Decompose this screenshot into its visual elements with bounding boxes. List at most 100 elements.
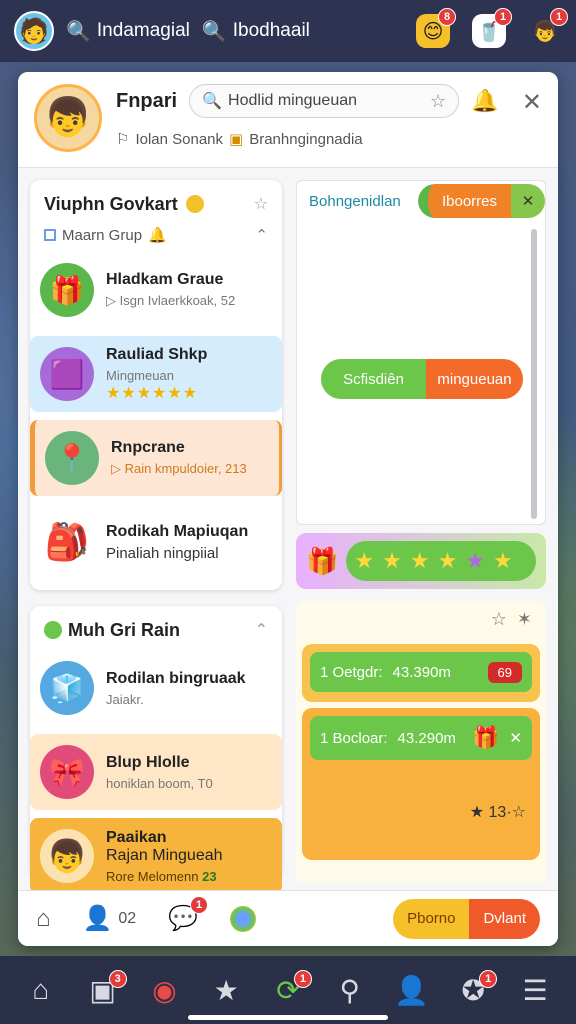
- reward-row[interactable]: 1 Oetgdr: 43.390m 69: [302, 644, 540, 702]
- notification-badge: 1: [479, 969, 498, 988]
- search-people-icon[interactable]: ⚲: [330, 974, 370, 1007]
- split-button-left[interactable]: Scfisdiên: [321, 359, 426, 399]
- home-indicator[interactable]: [188, 1015, 388, 1020]
- glass-icon: 🧊: [40, 661, 94, 715]
- group-title: Viuphn Govkart ☆: [30, 190, 282, 218]
- item-subtitle: Jaiakr.: [106, 691, 144, 707]
- bell-icon: 🔔: [148, 227, 167, 244]
- users-button[interactable]: 👤 02: [83, 904, 137, 933]
- chip-icon: ▣: [229, 131, 244, 148]
- cup-icon[interactable]: 🥤 1: [472, 8, 512, 48]
- top-search-2[interactable]: 🔍 Ibodhaail: [202, 19, 310, 44]
- globe-icon[interactable]: [230, 905, 257, 932]
- tab-active[interactable]: Iboorres ✕: [417, 184, 545, 218]
- star-icon: ★: [409, 548, 430, 573]
- tab-label[interactable]: Bohngenidlan: [309, 193, 401, 210]
- subline-a: Iolan Sonank: [135, 130, 224, 148]
- user-icon: 👤: [82, 905, 113, 932]
- item-subtitle: honiklan boom, T0: [106, 775, 213, 791]
- item-title: Hladkam Graue: [106, 271, 224, 288]
- home-icon[interactable]: ⌂: [36, 905, 51, 933]
- globe-graphic: [230, 905, 257, 932]
- reward-row[interactable]: 1 Bocloar: 43.290m 🎁 ✕ ★ 13·☆: [302, 708, 540, 860]
- star-count: ★ 13·☆: [469, 804, 526, 821]
- main-panel: 👦 Fnpari 🔍 Hodlid mingueuan ☆ 🔔 ⚐ Iolan …: [18, 72, 558, 946]
- reward-label: 1 Bocloar:: [320, 729, 388, 747]
- close-icon[interactable]: ✕: [511, 184, 545, 218]
- ribbon-icon: 🎀: [40, 745, 94, 799]
- item-subtitle-text: Rore Melomenn: [106, 868, 199, 884]
- list-item[interactable]: 📍 Rnpcrane ▷ Rain kmpuldoier, 213: [30, 420, 282, 496]
- group-card-2: Muh Gri Rain ⌃ 🧊 Rodilan bingruaak Jaiak…: [30, 606, 282, 894]
- group-title-text: Muh Gri Rain: [68, 619, 180, 640]
- list-item[interactable]: 🎒 Rodikah Mapiuqan Pinaliah ningpiial: [30, 504, 282, 580]
- footer-button-right[interactable]: Dvlant: [469, 898, 540, 939]
- notification-badge: 1: [190, 896, 209, 914]
- list-item[interactable]: 🎀 Blup Hlolle honiklan boom, T0: [30, 734, 282, 810]
- item-subtitle: Rore Melomenn 23: [106, 869, 223, 884]
- pin-icon[interactable]: ✶: [517, 609, 532, 630]
- cube-icon: 🟪: [40, 347, 94, 401]
- item-subtitle: ▷ Rain kmpuldoier, 213: [111, 461, 247, 477]
- left-column: Viuphn Govkart ☆ Maarn Grup 🔔 ⌃ 🎁 Hladka…: [30, 180, 282, 894]
- close-icon[interactable]: ✕: [509, 729, 522, 747]
- user-icon[interactable]: 👤: [391, 974, 431, 1007]
- bell-icon[interactable]: 🔔: [471, 88, 498, 114]
- group-title: Muh Gri Rain ⌃: [30, 616, 282, 644]
- star-icon[interactable]: ☆: [430, 91, 446, 112]
- palette-icon[interactable]: ✪ 1: [453, 969, 498, 1007]
- pin-icon: 📍: [45, 431, 99, 485]
- user-avatar[interactable]: 🧑: [14, 11, 54, 51]
- search-placeholder: Hodlid mingueuan: [228, 92, 358, 109]
- star-icon[interactable]: ★: [206, 974, 246, 1007]
- coin-icon: [185, 195, 204, 213]
- profile-icon[interactable]: 👦 1: [528, 8, 568, 48]
- panel-header: 👦 Fnpari 🔍 Hodlid mingueuan ☆ 🔔 ⚐ Iolan …: [18, 72, 558, 168]
- star-icon[interactable]: ☆: [491, 609, 507, 630]
- list-item[interactable]: 🟪 Rauliad Shkp Mingmeuan ★★★★★★: [30, 336, 282, 412]
- footer-split-button[interactable]: Pborno Dvlant: [393, 898, 540, 939]
- reward-value: 43.290m: [397, 729, 456, 747]
- tab-bar: Bohngenidlan Iboorres ✕: [297, 181, 545, 221]
- profile-avatar[interactable]: 👦: [34, 84, 102, 152]
- top-search-1[interactable]: 🔍 Indamagial: [66, 19, 190, 44]
- chat-icon[interactable]: 💬 1: [168, 896, 209, 933]
- item-subtitle: ▷ Isgn Ivlaerkkoak, 52: [106, 293, 235, 309]
- group-subtitle[interactable]: Maarn Grup 🔔 ⌃: [30, 218, 282, 252]
- refresh-icon[interactable]: ⟳ 1: [268, 969, 312, 1007]
- close-icon[interactable]: ✕: [522, 88, 542, 117]
- item-title-2: Rajan Mingueah: [106, 846, 223, 864]
- avatar: 👦: [40, 829, 94, 883]
- search-icon: 🔍: [66, 20, 91, 43]
- play-icon: ▷: [106, 293, 120, 308]
- search-input[interactable]: 🔍 Hodlid mingueuan ☆: [189, 84, 460, 118]
- item-subtitle: Mingmeuan: [106, 367, 174, 383]
- star-icon: ★: [437, 548, 458, 573]
- split-button-right[interactable]: mingueuan: [426, 359, 523, 399]
- search-icon: 🔍: [201, 20, 227, 43]
- split-action-button[interactable]: Scfisdiên mingueuan: [321, 359, 523, 399]
- menu-icon[interactable]: ☰: [515, 974, 555, 1007]
- scrollbar[interactable]: [531, 229, 537, 519]
- search-icon: 🔍: [202, 93, 223, 110]
- item-title: Rodilan bingruaak: [106, 669, 246, 687]
- footer-button-left[interactable]: Pborno: [393, 898, 470, 939]
- item-title: Blup Hlolle: [106, 753, 190, 771]
- list-item[interactable]: 🎁 Hladkam Graue ▷ Isgn Ivlaerkkoak, 52: [30, 252, 282, 328]
- profile-subline: ⚐ Iolan Sonank ▣ Branhngingnadia: [116, 130, 542, 149]
- star-icon: ★: [382, 548, 402, 573]
- item-title: Rodikah Mapiuqan: [106, 522, 249, 540]
- notification-badge: 1: [494, 8, 512, 26]
- list-item[interactable]: 🧊 Rodilan bingruaak Jaiakr.: [30, 650, 282, 726]
- emoji-icon[interactable]: 😊 8: [416, 8, 456, 48]
- chevron-up-icon[interactable]: ⌃: [255, 620, 268, 640]
- chart-icon[interactable]: ▣ 3: [83, 969, 127, 1007]
- star-icon[interactable]: ☆: [254, 194, 268, 214]
- target-icon[interactable]: ◉: [144, 974, 184, 1007]
- item-subtitle-text: Rain kmpuldoier, 213: [124, 461, 247, 476]
- panel-footer: ⌂ 👤 02 💬 1 Pborno Dvlant: [18, 890, 558, 946]
- top-search-1-label: Indamagial: [96, 20, 190, 41]
- list-item[interactable]: 👦 Paaikan Rajan Mingueah Rore Melomenn 2…: [30, 818, 282, 894]
- group-card-1: Viuphn Govkart ☆ Maarn Grup 🔔 ⌃ 🎁 Hladka…: [30, 180, 282, 590]
- home-icon[interactable]: ⌂: [21, 974, 61, 1006]
